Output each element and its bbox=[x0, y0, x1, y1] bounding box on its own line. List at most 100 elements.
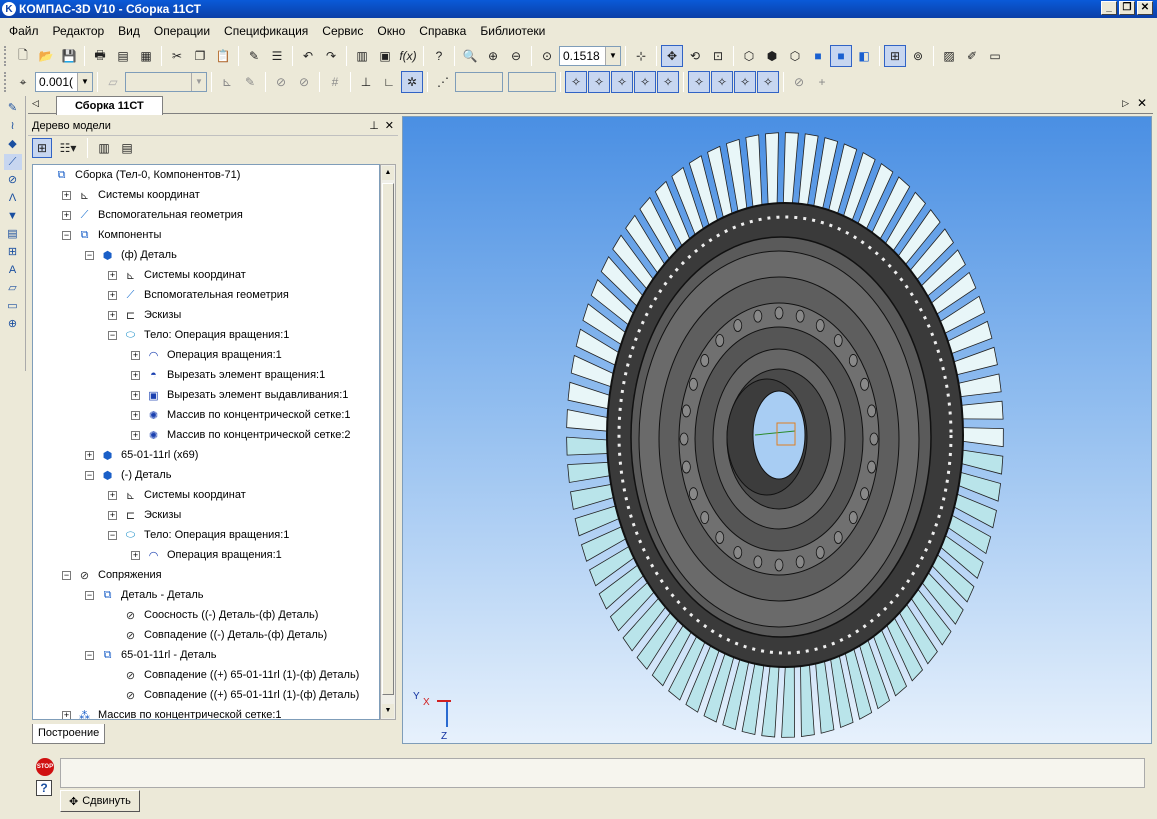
tree-node[interactable]: ⊘ Совпадение ((+) 65-01-11rl (1)-(ф) Дета… bbox=[108, 685, 359, 705]
tree-node[interactable]: + ⊾ Системы координат bbox=[108, 485, 246, 505]
tree-node[interactable]: − ⬢ (-) Деталь bbox=[85, 465, 171, 485]
expand-icon[interactable]: + bbox=[108, 310, 117, 320]
filter-icon[interactable]: ▼ bbox=[4, 208, 22, 224]
snap-midpoint-icon[interactable]: ✧ bbox=[757, 71, 779, 93]
menu-service[interactable]: Сервис bbox=[315, 24, 370, 38]
measure-panel-icon[interactable]: Λ bbox=[4, 190, 22, 206]
tree-node[interactable]: + ⊏ Эскизы bbox=[108, 305, 181, 325]
expand-icon[interactable]: + bbox=[108, 490, 117, 500]
snap-point-icon[interactable]: ✧ bbox=[565, 71, 587, 93]
copy-icon[interactable]: ❐ bbox=[189, 45, 211, 67]
list-icon[interactable]: ☰ bbox=[266, 45, 288, 67]
close-document-icon[interactable]: ✕ bbox=[1137, 96, 1147, 110]
tree-node[interactable]: − ⧉ 65-01-11rl - Деталь bbox=[85, 645, 216, 665]
tree-notes-icon[interactable]: ▤ bbox=[117, 138, 137, 158]
wireframe-icon[interactable]: ⬡ bbox=[738, 45, 760, 67]
tree-structure-icon[interactable]: ⊞ bbox=[32, 138, 52, 158]
paste-icon[interactable]: 📋 bbox=[212, 45, 234, 67]
report-icon[interactable]: ⊞ bbox=[4, 244, 22, 260]
expand-icon[interactable]: + bbox=[131, 430, 140, 440]
scroll-up-icon[interactable]: ▲ bbox=[382, 166, 394, 180]
mates-view-icon[interactable]: ⊚ bbox=[907, 45, 929, 67]
spline-icon[interactable]: ≀ bbox=[4, 118, 22, 134]
snap-tangent-icon[interactable]: ✧ bbox=[634, 71, 656, 93]
sketch-edit-icon[interactable]: ✎ bbox=[239, 71, 261, 93]
expand-icon[interactable]: + bbox=[62, 710, 71, 719]
tab-document[interactable]: Сборка 11СТ bbox=[56, 96, 163, 115]
expand-icon[interactable]: + bbox=[131, 550, 140, 560]
menu-editor[interactable]: Редактор bbox=[46, 24, 112, 38]
tree-node[interactable]: + ▣ Вырезать элемент выдавливания:1 bbox=[131, 385, 348, 405]
snap-angle-icon[interactable]: ✧ bbox=[711, 71, 733, 93]
new-document-icon[interactable]: 🗋 bbox=[12, 45, 34, 67]
scroll-down-icon[interactable]: ▼ bbox=[382, 704, 394, 718]
measure-tool-icon[interactable]: ⊘ bbox=[788, 71, 810, 93]
move-command-button[interactable]: ✥ Сдвинуть bbox=[60, 790, 140, 812]
tree-node[interactable]: + ✺ Массив по концентрической сетке:2 bbox=[131, 425, 351, 445]
print-icon[interactable]: 🖶 bbox=[89, 45, 111, 67]
angle-snap-icon[interactable]: ∟ bbox=[378, 71, 400, 93]
tree-node[interactable]: + ◠ Операция вращения:1 bbox=[131, 545, 282, 565]
print-preview-icon[interactable]: ▤ bbox=[112, 45, 134, 67]
snap-normal-icon[interactable]: ✧ bbox=[657, 71, 679, 93]
thin-hidden-lines-icon[interactable]: ⬡ bbox=[784, 45, 806, 67]
manager-icon[interactable]: ▥ bbox=[351, 45, 373, 67]
open-icon[interactable]: 📂 bbox=[35, 45, 57, 67]
save-icon[interactable]: 💾 bbox=[58, 45, 80, 67]
collapse-icon[interactable]: − bbox=[62, 230, 71, 240]
tree-node[interactable]: − ⧉ Деталь - Деталь bbox=[85, 585, 204, 605]
expand-icon[interactable]: + bbox=[131, 410, 140, 420]
dimensions-icon[interactable]: A bbox=[4, 262, 22, 278]
surfaces-icon[interactable]: ◆ bbox=[4, 136, 22, 152]
tab-construction[interactable]: Построение bbox=[32, 724, 106, 744]
pan-icon[interactable]: ✥ bbox=[661, 45, 683, 67]
minimize-button[interactable]: _ bbox=[1101, 1, 1117, 15]
tree-node[interactable]: + ⊾ Системы координат bbox=[62, 185, 200, 205]
tree-toggle-icon[interactable]: ⊞ bbox=[884, 45, 906, 67]
ortho-icon[interactable]: ⊥ bbox=[355, 71, 377, 93]
library-icon[interactable]: ▣ bbox=[374, 45, 396, 67]
maximize-button[interactable]: ❐ bbox=[1119, 1, 1135, 15]
auxiliary-geometry-tool-icon[interactable]: ⟋ bbox=[3, 154, 22, 170]
properties-icon[interactable]: ✎ bbox=[243, 45, 265, 67]
snap-grid-icon[interactable]: ✧ bbox=[688, 71, 710, 93]
toolbar-grip[interactable] bbox=[4, 72, 7, 92]
help-pointer-icon[interactable]: ? bbox=[428, 45, 450, 67]
menu-operations[interactable]: Операции bbox=[147, 24, 217, 38]
rotate-icon[interactable]: ⟲ bbox=[684, 45, 706, 67]
expand-icon[interactable]: + bbox=[62, 210, 71, 220]
collapse-icon[interactable]: − bbox=[85, 590, 94, 600]
model-viewport[interactable]: YX Z bbox=[402, 116, 1152, 744]
expand-icon[interactable]: + bbox=[131, 370, 140, 380]
sheet-icon[interactable]: ▭ bbox=[4, 298, 22, 314]
collapse-icon[interactable]: − bbox=[108, 530, 117, 540]
tab-scroll-right-icon[interactable]: ▷ bbox=[1122, 98, 1129, 109]
tree-node[interactable]: − ⬢ (ф) Деталь bbox=[85, 245, 177, 265]
menu-help[interactable]: Справка bbox=[412, 24, 473, 38]
menu-view[interactable]: Вид bbox=[111, 24, 147, 38]
mate-tool-2-icon[interactable]: ⊘ bbox=[293, 71, 315, 93]
snap-center-icon[interactable]: ✧ bbox=[588, 71, 610, 93]
snap-quadrant-icon[interactable]: ✧ bbox=[734, 71, 756, 93]
undo-icon[interactable]: ↶ bbox=[297, 45, 319, 67]
tree-node[interactable]: − ⊘ Сопряжения bbox=[62, 565, 162, 585]
collapse-icon[interactable]: − bbox=[85, 470, 94, 480]
stop-button[interactable]: STOP bbox=[36, 758, 54, 776]
step-cursor-icon[interactable]: ⌖ bbox=[12, 71, 34, 93]
tree-view-mode-icon[interactable]: ☷▾ bbox=[55, 138, 81, 158]
tree-spec-icon[interactable]: ▥ bbox=[94, 138, 114, 158]
expand-icon[interactable]: + bbox=[131, 350, 140, 360]
tree-node[interactable]: + ◠ Операция вращения:1 bbox=[131, 345, 282, 365]
turbine-disk-model[interactable]: YX Z bbox=[403, 117, 1152, 744]
assembly-tool-icon[interactable]: ⊕ bbox=[4, 316, 22, 332]
cursor-step-combo[interactable]: 0.001( ▼ bbox=[35, 72, 93, 92]
variables-icon[interactable]: f(x) bbox=[397, 45, 419, 67]
zoom-in-icon[interactable]: ⊕ bbox=[482, 45, 504, 67]
tree-node[interactable]: + ✺ Массив по концентрической сетке:1 bbox=[131, 405, 351, 425]
tree-node[interactable]: + ⟋ Вспомогательная геометрия bbox=[62, 205, 243, 225]
tree-node[interactable]: − ⬭ Тело: Операция вращения:1 bbox=[108, 525, 289, 545]
tab-scroll-left-icon[interactable]: ◁ bbox=[32, 98, 39, 109]
panel-close-icon[interactable]: ✕ bbox=[385, 119, 394, 132]
add-tool-icon[interactable]: + bbox=[811, 71, 833, 93]
snap-intersection-icon[interactable]: ✧ bbox=[611, 71, 633, 93]
